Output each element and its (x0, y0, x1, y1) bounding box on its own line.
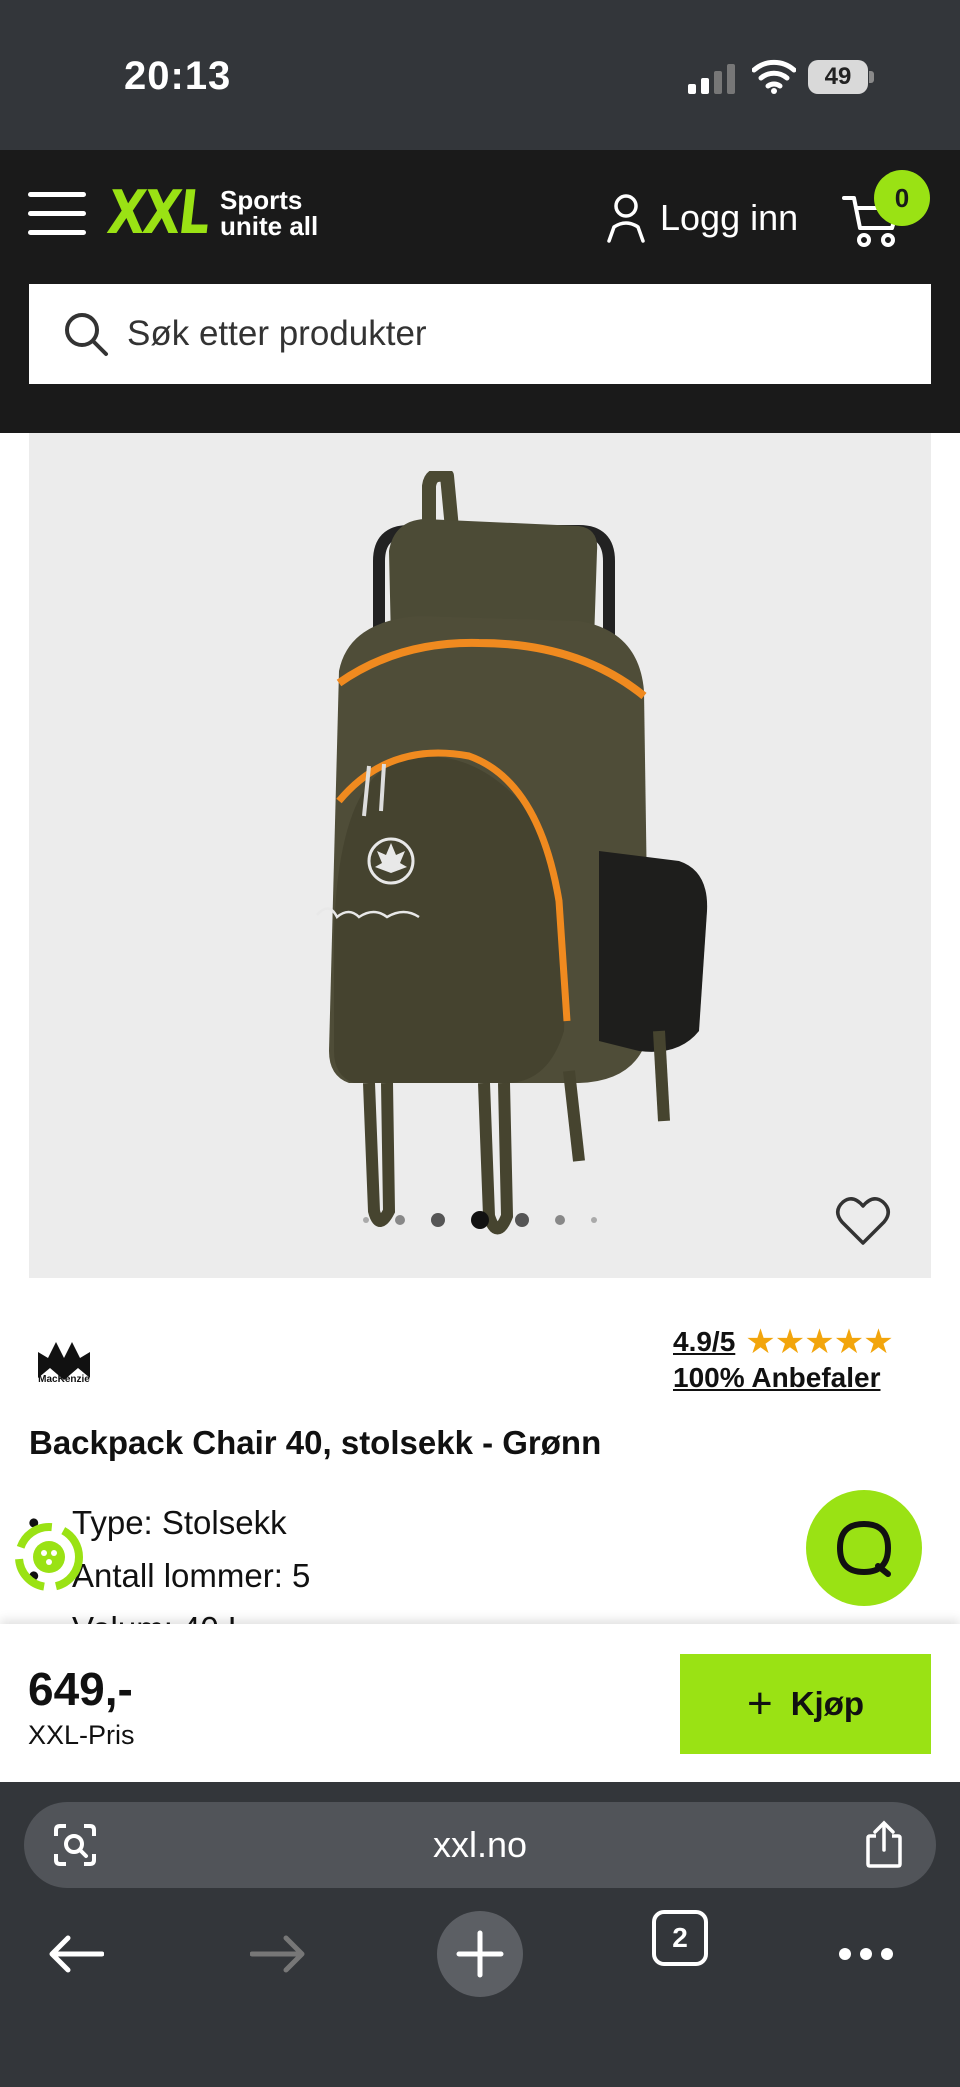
product-image (316, 471, 708, 1235)
buy-button[interactable]: + Kjøp (680, 1654, 931, 1754)
product-image-gallery[interactable] (29, 433, 931, 1278)
login-label: Logg inn (660, 197, 799, 238)
login-button[interactable]: Logg inn (606, 190, 798, 246)
gallery-dot[interactable] (431, 1213, 445, 1227)
price-label: XXL-Pris (28, 1720, 135, 1750)
spec-text: Antall lommer: 5 (72, 1557, 311, 1594)
site-header: XXL Sports unite all Logg inn 0 Søk ette… (0, 150, 960, 433)
menu-icon[interactable] (28, 192, 86, 236)
cellular-signal-icon (688, 64, 735, 94)
xxl-logo[interactable]: XXL Sports unite all (104, 178, 318, 248)
forward-arrow-icon[interactable] (250, 1934, 306, 1974)
spec-item: • Antall lommer: 5 (28, 1557, 311, 1594)
search-input[interactable]: Søk etter produkter (29, 284, 931, 384)
chat-bubble-icon (836, 1520, 892, 1577)
share-icon[interactable] (864, 1820, 904, 1868)
search-placeholder: Søk etter produkter (127, 314, 427, 353)
gallery-dot[interactable] (555, 1215, 565, 1225)
url-text: xxl.no (432, 1824, 528, 1865)
gallery-dot[interactable] (363, 1217, 369, 1223)
battery-nub (869, 71, 874, 83)
buy-bar: 649,- XXL-Pris + Kjøp (0, 1624, 960, 1782)
rating-score: 4.9/5 (673, 1326, 736, 1357)
gallery-dot[interactable] (515, 1213, 529, 1227)
back-arrow-icon[interactable] (48, 1934, 104, 1974)
price: 649,- (28, 1663, 133, 1715)
wifi-icon (752, 59, 796, 94)
gallery-pagination (29, 1211, 931, 1229)
new-tab-plus-icon[interactable] (437, 1911, 523, 1997)
search-icon (65, 313, 108, 356)
brand-name: MacKenzie (38, 1374, 90, 1385)
status-bar: 20:13 49 (0, 0, 960, 150)
plus-icon: + (746, 1679, 773, 1728)
recommend-percentage[interactable]: 100% Anbefaler (673, 1362, 881, 1394)
chat-button[interactable] (806, 1490, 922, 1606)
buy-label: Kjøp (790, 1685, 865, 1722)
battery-level: 49 (808, 60, 868, 94)
tabs-count-button[interactable]: 2 (652, 1910, 708, 1966)
rating-summary[interactable]: 4.9/5 ★★★★★ (673, 1322, 894, 1362)
gallery-dot-active[interactable] (471, 1211, 489, 1229)
logo-text: XXL (103, 178, 212, 248)
battery-icon: 49 (808, 60, 874, 94)
cart-count-badge: 0 (874, 170, 930, 226)
spec-text: Type: Stolsekk (72, 1504, 287, 1541)
product-title: Backpack Chair 40, stolsekk - Grønn (29, 1424, 602, 1461)
logo-tagline-line1: Sports (220, 185, 303, 215)
logo-tagline: Sports unite all (220, 187, 318, 239)
favorite-heart-icon[interactable] (835, 1195, 891, 1247)
more-options-icon[interactable] (838, 1947, 894, 1961)
rating-stars-icon: ★★★★★ (745, 1323, 893, 1361)
product-specs: •Type: Stolsekk •Antall lommer: 5 •Volum… (28, 1496, 311, 1626)
spec-item: • Type: Stolsekk (28, 1504, 287, 1541)
logo-tagline-line2: unite all (220, 211, 319, 241)
gallery-dot[interactable] (395, 1215, 405, 1225)
address-bar[interactable]: xxl.no (24, 1802, 936, 1888)
sustainability-badge-icon[interactable] (14, 1522, 84, 1592)
user-icon (607, 194, 645, 243)
spec-item: •Volum: 40 L (72, 1602, 310, 1626)
gallery-dot[interactable] (591, 1217, 597, 1223)
status-time: 20:13 (124, 54, 232, 98)
